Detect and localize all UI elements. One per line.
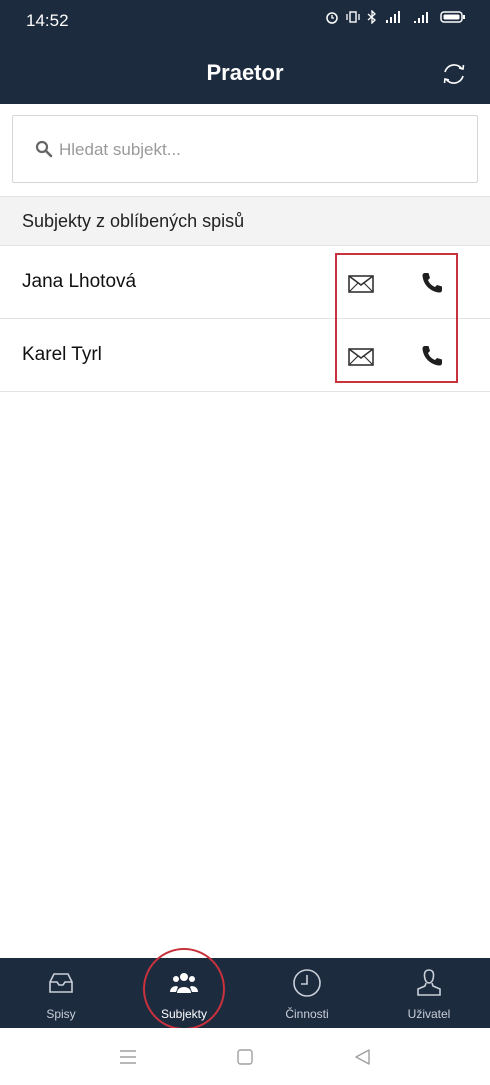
tab-cinnosti[interactable]: Činnosti <box>258 958 356 1028</box>
inbox-icon <box>49 973 73 993</box>
home-icon[interactable] <box>234 1046 256 1068</box>
contact-name: Jana Lhotová <box>22 271 137 292</box>
wifi-icon <box>386 11 400 23</box>
back-icon[interactable] <box>352 1046 374 1068</box>
tab-spisy[interactable]: Spisy <box>12 958 110 1028</box>
tab-label: Uživatel <box>407 1007 451 1021</box>
menu-icon[interactable] <box>117 1046 139 1068</box>
app-header: 14:52 Praetor <box>0 0 490 104</box>
section-title: Subjekty z oblíbených spisů <box>22 211 245 231</box>
tab-label: Činnosti <box>285 1007 329 1021</box>
search-icon <box>35 140 53 158</box>
system-navigation-bar <box>0 1028 490 1085</box>
search-input[interactable] <box>59 132 459 168</box>
section-header: Subjekty z oblíbených spisů <box>0 196 490 246</box>
status-icons <box>325 10 466 24</box>
status-time: 14:52 <box>26 11 69 30</box>
clock-icon <box>293 969 321 997</box>
annotation-highlight-box <box>335 253 458 383</box>
bottom-tab-bar: Spisy Subjekty Činnosti Uživatel <box>0 958 490 1028</box>
signal-icon <box>414 12 428 23</box>
page-title: Praetor <box>206 60 284 85</box>
refresh-icon[interactable] <box>440 60 468 88</box>
tab-uzivatel[interactable]: Uživatel <box>380 958 478 1028</box>
contact-name: Karel Tyrl <box>22 344 102 365</box>
bluetooth-icon <box>367 10 376 24</box>
tab-label: Spisy <box>46 1007 76 1021</box>
battery-icon <box>440 11 465 23</box>
user-icon <box>417 969 441 996</box>
alarm-icon <box>326 12 338 24</box>
vibrate-icon <box>346 11 360 23</box>
annotation-highlight-circle <box>143 948 225 1030</box>
search-box[interactable] <box>12 115 478 183</box>
